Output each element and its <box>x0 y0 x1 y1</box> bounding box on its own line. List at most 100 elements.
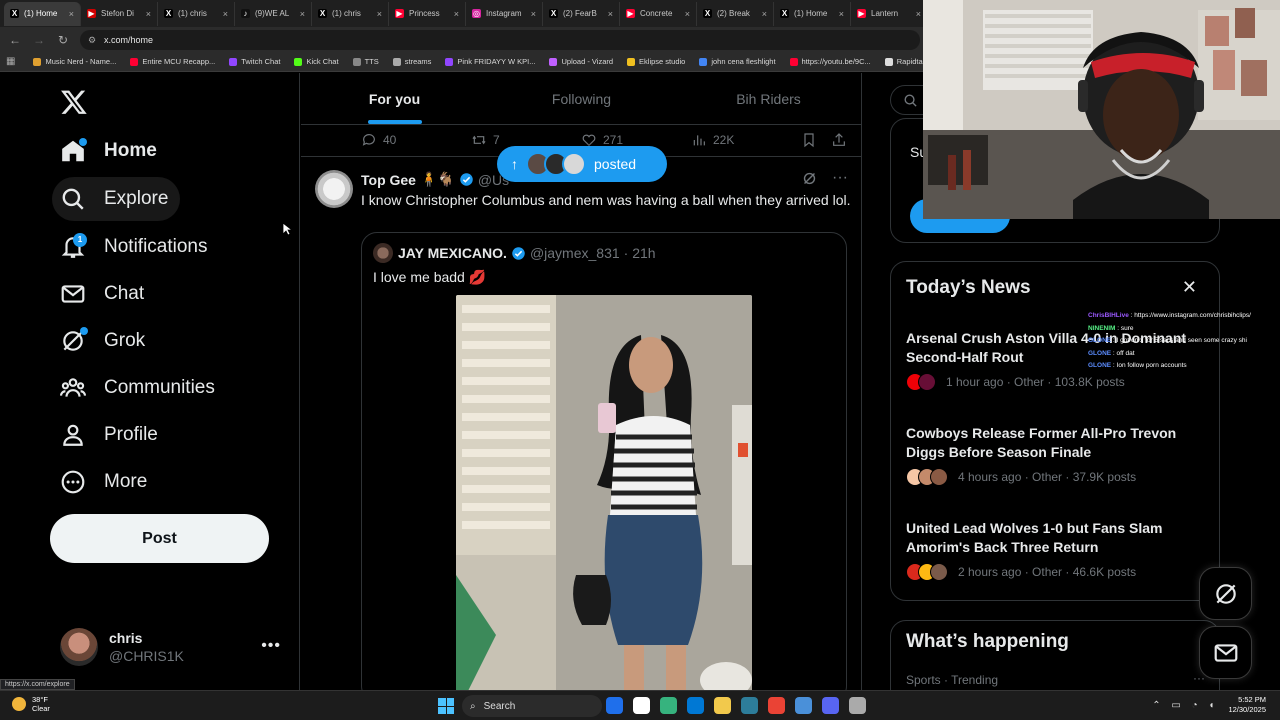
nav-home[interactable]: Home <box>52 129 169 173</box>
taskbar-app-icon[interactable] <box>849 697 866 714</box>
tab-bih-riders[interactable]: Bih Riders <box>675 73 861 124</box>
taskbar-app-icon[interactable] <box>633 697 650 714</box>
grok-float-button[interactable] <box>1199 567 1252 620</box>
bookmark-item[interactable]: TTS <box>352 57 379 66</box>
taskbar-app-icon[interactable] <box>606 697 623 714</box>
post-button[interactable]: Post <box>50 514 269 563</box>
tab-title: (1) Home <box>24 9 58 18</box>
bookmark-item[interactable]: Pink FRIDAYY W KPI... <box>445 57 535 66</box>
views-button[interactable]: 22K <box>691 132 734 148</box>
url-input[interactable]: ⚙ x.com/home <box>80 29 920 50</box>
bookmark-item[interactable]: Eklipse studio <box>627 57 685 66</box>
tab-close-icon[interactable]: × <box>685 9 690 19</box>
browser-tab[interactable]: X (2) Break × <box>697 1 774 26</box>
bookmark-item[interactable]: Upload - Vizard <box>549 57 613 66</box>
browser-tab[interactable]: ▶ Princess × <box>389 1 466 26</box>
tab-close-icon[interactable]: × <box>916 9 921 19</box>
browser-tab[interactable]: X (1) chris × <box>312 1 389 26</box>
bookmark-button[interactable] <box>801 132 823 148</box>
tab-close-icon[interactable]: × <box>762 9 767 19</box>
back-icon[interactable]: ← <box>6 31 24 49</box>
bookmark-favicon-icon <box>884 57 893 66</box>
taskbar-app-icon[interactable] <box>714 697 731 714</box>
bookmark-item[interactable]: streams <box>392 57 431 66</box>
tab-close-icon[interactable]: × <box>531 9 536 19</box>
nav-profile[interactable]: Profile <box>52 413 170 457</box>
tweet[interactable]: Top Gee 🧍🐐 @Us ··· I know Christopher Co… <box>301 158 861 690</box>
avatar <box>60 628 98 666</box>
tab-close-icon[interactable]: × <box>377 9 382 19</box>
bookmark-item[interactable]: Entire MCU Recapp... <box>130 57 215 66</box>
bookmark-item[interactable]: Music Nerd - Name... <box>33 57 116 66</box>
browser-tab[interactable]: ▶ Concrete × <box>620 1 697 26</box>
mail-icon <box>61 285 85 303</box>
tab-close-icon[interactable]: × <box>69 9 74 19</box>
bookmark-item[interactable]: john cena fleshlight <box>699 57 776 66</box>
browser-tab[interactable]: ▶ Lantern × <box>851 1 928 26</box>
site-info-icon[interactable]: ⚙ <box>88 35 98 45</box>
nav-explore[interactable]: Explore <box>52 177 181 221</box>
clock[interactable]: 5:52 PM 12/30/2025 <box>1228 695 1266 715</box>
news-item[interactable]: United Lead Wolves 1-0 but Fans Slam Amo… <box>906 519 1206 581</box>
messages-float-button[interactable] <box>1199 626 1252 679</box>
chat-text: off dat <box>1116 349 1135 357</box>
tab-for-you[interactable]: For you <box>301 73 488 124</box>
taskbar-app-icon[interactable] <box>768 697 785 714</box>
new-posts-pill[interactable]: ↑ posted <box>497 146 667 182</box>
nav-notifications[interactable]: 1 Notifications <box>52 225 220 269</box>
tab-close-icon[interactable]: × <box>839 9 844 19</box>
windows-start-icon[interactable] <box>438 698 454 714</box>
nav-chat[interactable]: Chat <box>52 272 156 316</box>
nav-grok[interactable]: Grok <box>52 319 157 363</box>
tab-label: For you <box>368 91 421 107</box>
apps-icon[interactable]: ▦ <box>6 56 15 67</box>
tab-close-icon[interactable]: × <box>223 9 228 19</box>
repost-button[interactable]: 7 <box>471 132 500 148</box>
taskbar-search[interactable]: ⌕ Search <box>462 695 602 717</box>
bookmark-favicon-icon <box>392 57 401 66</box>
quoted-tweet[interactable]: JAY MEXICANO. @jaymex_831 · 21h I love m… <box>361 232 847 690</box>
browser-tab[interactable]: ▶ Stefon Di × <box>81 1 158 26</box>
browser-tab[interactable]: X (1) Home × <box>4 1 81 26</box>
browser-tab[interactable]: X (2) FearB × <box>543 1 620 26</box>
tab-close-icon[interactable]: × <box>300 9 305 19</box>
x-logo-icon[interactable] <box>60 88 88 116</box>
reply-button[interactable]: 40 <box>361 132 396 148</box>
tray-icons[interactable]: ⌃ ▭ ◔ ◖ <box>1152 700 1218 711</box>
reload-icon[interactable]: ↻ <box>54 31 72 49</box>
taskbar-app-icon[interactable] <box>822 697 839 714</box>
news-item[interactable]: Cowboys Release Former All-Pro Trevon Di… <box>906 424 1206 486</box>
repost-icon <box>472 135 486 145</box>
tweet-more-icon[interactable]: ··· <box>832 169 848 187</box>
account-switcher[interactable]: chris @CHRIS1K ••• <box>60 627 285 667</box>
tab-favicon-icon: X <box>318 9 327 18</box>
tab-close-icon[interactable]: × <box>608 9 613 19</box>
grok-explain-icon[interactable] <box>801 170 818 187</box>
quote-photo[interactable] <box>456 295 752 690</box>
bookmark-item[interactable]: https://youtu.be/9C... <box>789 57 871 66</box>
browser-tab[interactable]: ♪ (9)WE AL × <box>235 1 312 26</box>
share-button[interactable] <box>831 132 853 148</box>
tab-close-icon[interactable]: × <box>454 9 459 19</box>
forward-icon[interactable]: → <box>30 31 48 49</box>
browser-tab[interactable]: X (1) Home × <box>774 1 851 26</box>
nav-more[interactable]: More <box>52 460 159 504</box>
tab-close-icon[interactable]: × <box>146 9 151 19</box>
taskbar-app-icon[interactable] <box>660 697 677 714</box>
tab-following[interactable]: Following <box>488 73 675 124</box>
weather-widget[interactable]: 38°F Clear <box>12 695 50 713</box>
browser-tab[interactable]: X (1) chris × <box>158 1 235 26</box>
browser-tab[interactable]: ◎ Instagram × <box>466 1 543 26</box>
news-meta: 2 hours ago · Other · 46.6K posts <box>958 565 1137 579</box>
tab-title: (1) chris <box>332 9 361 18</box>
bookmark-item[interactable]: Kick Chat <box>294 57 339 66</box>
avatar[interactable] <box>315 170 353 208</box>
account-more-icon[interactable]: ••• <box>261 637 281 655</box>
bookmark-item[interactable]: Twitch Chat <box>229 57 280 66</box>
taskbar-app-icon[interactable] <box>741 697 758 714</box>
taskbar-app-icon[interactable] <box>687 697 704 714</box>
taskbar-app-icon[interactable] <box>795 697 812 714</box>
close-icon[interactable]: ✕ <box>1182 277 1197 298</box>
nav-communities[interactable]: Communities <box>52 366 227 410</box>
tweet-author-name[interactable]: Top Gee <box>361 172 416 188</box>
